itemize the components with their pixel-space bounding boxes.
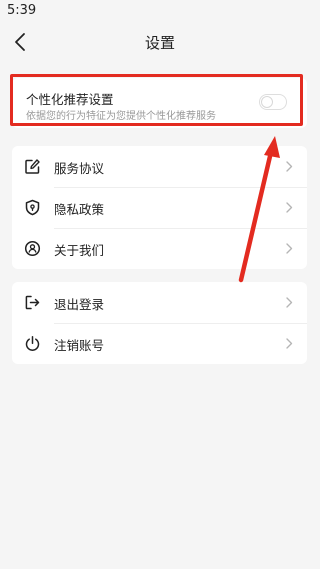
edit-icon	[25, 159, 40, 174]
toggle-knob	[261, 96, 273, 108]
personalized-description: 依据您的行为特征为您提供个性化推荐服务	[26, 111, 216, 122]
power-icon	[25, 336, 40, 351]
menu-item-label: 关于我们	[54, 243, 105, 258]
menu-item-privacy-policy[interactable]: 隐私政策	[12, 187, 307, 228]
logout-icon	[25, 295, 40, 310]
menu-item-delete-account[interactable]: 注销账号	[12, 323, 307, 364]
menu-item-logout[interactable]: 退出登录	[12, 282, 307, 323]
menu-group-2: 退出登录 注销账号	[12, 282, 307, 364]
personalized-recommendation-card: 个性化推荐设置 依据您的行为特征为您提供个性化推荐服务	[12, 78, 307, 128]
page-title: 设置	[144, 34, 175, 52]
menu-item-service-agreement[interactable]: 服务协议	[12, 146, 307, 187]
chevron-right-icon	[286, 338, 293, 349]
chevron-right-icon	[286, 243, 293, 254]
menu-item-label: 服务协议	[54, 161, 105, 176]
chevron-right-icon	[286, 161, 293, 172]
status-time: 5:39	[7, 3, 37, 18]
user-circle-icon	[24, 240, 41, 257]
menu-group-1: 服务协议 隐私政策 关于我们	[12, 146, 307, 269]
status-bar: 5:39	[0, 0, 320, 20]
shield-icon	[25, 199, 40, 216]
personalized-toggle[interactable]	[259, 94, 287, 110]
menu-item-label: 注销账号	[54, 338, 105, 353]
menu-item-about-us[interactable]: 关于我们	[12, 228, 307, 269]
menu-item-label: 隐私政策	[54, 202, 105, 217]
personalized-title: 个性化推荐设置	[26, 92, 114, 107]
nav-bar: 设置	[0, 24, 320, 60]
menu-item-label: 退出登录	[54, 297, 105, 312]
chevron-right-icon	[286, 202, 293, 213]
chevron-right-icon	[286, 297, 293, 308]
